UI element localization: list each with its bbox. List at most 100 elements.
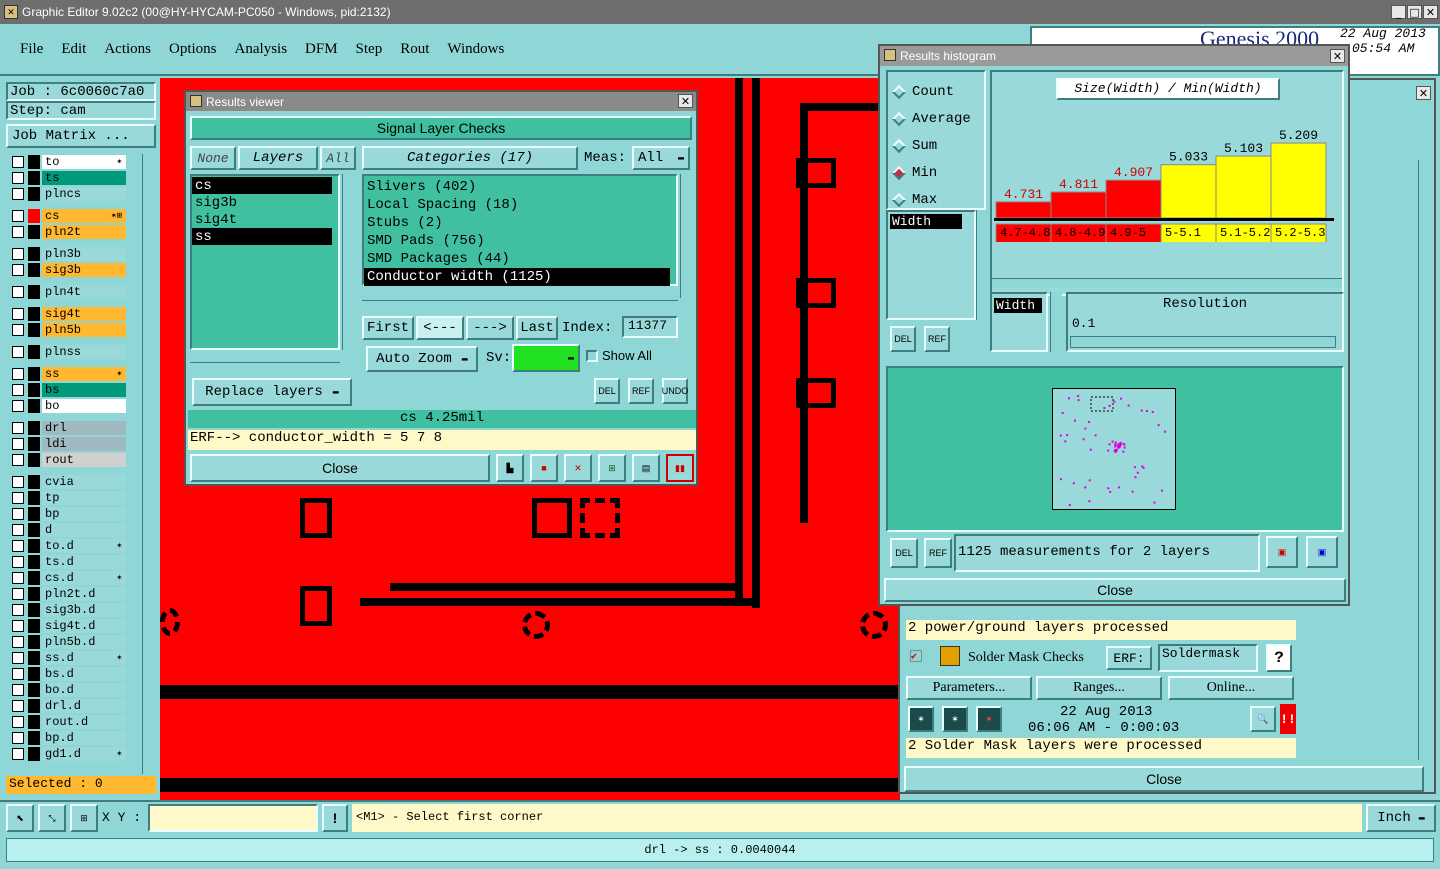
param-listbox[interactable]: Width [886, 210, 976, 320]
xy-input[interactable] [148, 804, 318, 832]
result-layer-item[interactable]: cs [192, 177, 332, 194]
layer-row[interactable]: plnss [8, 344, 126, 359]
layer-checkbox[interactable] [12, 475, 24, 488]
menu-step[interactable]: Step [356, 41, 383, 58]
layer-checkbox[interactable] [12, 383, 24, 396]
layer-row[interactable]: sig4t.d [8, 618, 126, 633]
layer-row[interactable]: sig3b.d [8, 602, 126, 617]
sv-color-dropdown[interactable]: ▬ [512, 344, 580, 372]
note-icon[interactable]: ▤ [632, 454, 660, 482]
layer-name-cell[interactable]: ldi [42, 436, 126, 451]
layer-row[interactable]: cs ✶⊞ [8, 208, 126, 223]
show-all-checkbox[interactable] [586, 350, 598, 362]
layer-row[interactable]: bo.d [8, 682, 126, 697]
layer-row[interactable]: rout [8, 452, 126, 467]
layer-row[interactable]: rout.d [8, 714, 126, 729]
close-icon[interactable]: ✕ [1416, 86, 1431, 100]
record-icon[interactable]: ■ [530, 454, 558, 482]
layer-row[interactable]: to.d ✶ [8, 538, 126, 553]
layer-checkbox[interactable] [12, 225, 24, 238]
layer-checkbox[interactable] [12, 603, 24, 616]
layer-checkbox[interactable] [12, 285, 24, 298]
solder-check-toggle[interactable]: ✔ [910, 650, 922, 663]
layer-checkbox[interactable] [12, 555, 24, 568]
layer-checkbox[interactable] [12, 437, 24, 450]
stat-option-average[interactable]: Average [888, 105, 984, 132]
help-button[interactable]: ? [1266, 644, 1292, 672]
layer-checkbox[interactable] [12, 731, 24, 744]
run-all-icon[interactable]: ✶ [942, 706, 968, 732]
layer-name-cell[interactable]: plnss [42, 344, 126, 359]
close-button[interactable]: Close [190, 454, 490, 482]
layer-row[interactable]: pln5b [8, 322, 126, 337]
next-button[interactable]: ---> [466, 316, 514, 340]
layer-row[interactable]: bo [8, 398, 126, 413]
layer-row[interactable]: pln2t.d [8, 586, 126, 601]
menu-edit[interactable]: Edit [61, 41, 86, 58]
layer-checkbox[interactable] [12, 209, 24, 222]
maximize-icon[interactable]: □ [1407, 5, 1422, 19]
menu-options[interactable]: Options [169, 41, 217, 58]
layer-list-scrollbar[interactable] [142, 154, 156, 774]
layer-row[interactable]: bp.d [8, 730, 126, 745]
layer-row[interactable]: cvia [8, 474, 126, 489]
layer-name-cell[interactable]: cs.d ✶ [42, 570, 126, 585]
categories-button[interactable]: Categories (17) [362, 146, 578, 170]
run-icon[interactable]: ✶ [908, 706, 934, 732]
layer-row[interactable]: cs.d ✶ [8, 570, 126, 585]
layer-row[interactable]: ldi [8, 436, 126, 451]
layer-checkbox[interactable] [12, 507, 24, 520]
export-icon[interactable]: ▣ [1266, 536, 1298, 568]
layer-checkbox[interactable] [12, 399, 24, 412]
layer-row[interactable]: tp [8, 490, 126, 505]
layer-name-cell[interactable]: cvia [42, 474, 126, 489]
snap-tool-icon[interactable]: ⤡ [38, 804, 66, 832]
layer-checkbox[interactable] [12, 187, 24, 200]
layers-button[interactable]: Layers [238, 146, 318, 170]
layer-row[interactable]: gd1.d ✶ [8, 746, 126, 761]
layer-checkbox[interactable] [12, 345, 24, 358]
close-icon[interactable]: ✕ [678, 94, 693, 108]
histogram-bar[interactable] [1270, 142, 1327, 219]
ranges-button[interactable]: Ranges... [1036, 676, 1162, 700]
layer-checkbox[interactable] [12, 523, 24, 536]
layer-row[interactable]: bs [8, 382, 126, 397]
prev-button[interactable]: <--- [416, 316, 464, 340]
result-layer-item[interactable]: sig3b [192, 194, 338, 211]
histogram-bar[interactable] [1215, 155, 1272, 219]
layer-row[interactable]: d [8, 522, 126, 537]
layer-name-cell[interactable]: bp [42, 506, 126, 521]
layer-row[interactable]: sig3b [8, 262, 126, 277]
checks-right-scrollbar[interactable] [1418, 160, 1432, 760]
alert-button[interactable]: ! [322, 804, 348, 832]
layer-name-cell[interactable]: plncs [42, 186, 126, 201]
layer-checkbox[interactable] [12, 747, 24, 760]
layer-checkbox[interactable] [12, 571, 24, 584]
stat-option-min[interactable]: Min [888, 159, 984, 186]
layer-checkbox[interactable] [12, 263, 24, 276]
layer-row[interactable]: pln4t [8, 284, 126, 299]
layer-listbox-scrollbar[interactable] [342, 174, 356, 350]
grid-tool-icon[interactable]: ⊞ [70, 804, 98, 832]
no-report-icon[interactable]: ✕ [564, 454, 592, 482]
menu-windows[interactable]: Windows [447, 41, 504, 58]
layer-name-cell[interactable]: pln5b.d [42, 634, 126, 649]
graph-icon[interactable]: ▙ [496, 454, 524, 482]
result-layer-item[interactable]: sig4t [192, 211, 338, 228]
layer-checkbox[interactable] [12, 683, 24, 696]
menu-file[interactable]: File [20, 41, 43, 58]
layer-checkbox[interactable] [12, 635, 24, 648]
category-listbox-hscroll[interactable] [362, 300, 678, 310]
layer-name-cell[interactable]: bo.d [42, 682, 126, 697]
layer-checkbox[interactable] [12, 491, 24, 504]
close-icon[interactable]: ✕ [1330, 49, 1345, 63]
layer-row[interactable]: bp [8, 506, 126, 521]
del-button[interactable]: DEL [594, 378, 620, 404]
layer-name-cell[interactable]: sig3b [42, 262, 126, 277]
layer-name-cell[interactable]: drl [42, 420, 126, 435]
preview-ref-button[interactable]: REF [924, 538, 952, 568]
units-dropdown[interactable]: Inch ▬ [1366, 804, 1436, 832]
layer-checkbox[interactable] [12, 247, 24, 260]
none-button[interactable]: None [190, 146, 236, 170]
category-item[interactable]: Slivers (402) [364, 178, 676, 196]
